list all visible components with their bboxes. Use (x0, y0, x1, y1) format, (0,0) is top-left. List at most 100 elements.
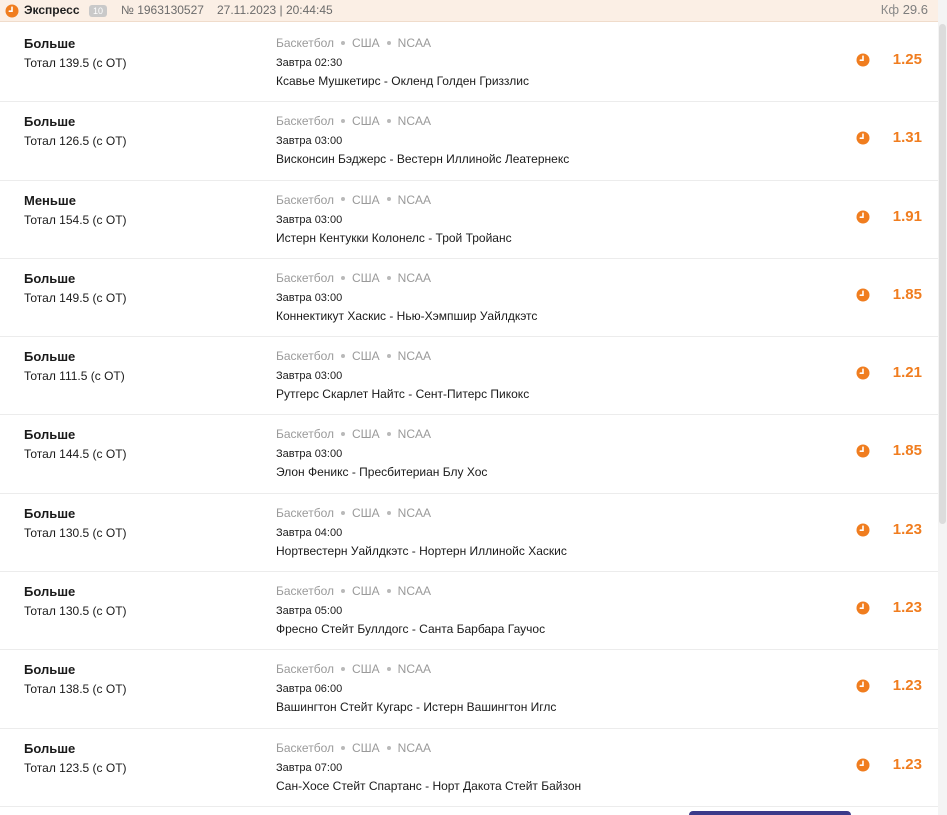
clock-icon (5, 4, 19, 21)
sport-label: Баскетбол (276, 192, 334, 207)
sport-label: Баскетбол (276, 662, 334, 677)
event-path: Баскетбол США NCAA (276, 741, 431, 755)
league-label: NCAA (397, 192, 432, 207)
bet-market: Тотал 144.5 (с ОТ) (24, 447, 127, 462)
bet-pick: Больше (24, 427, 76, 443)
event-time: Завтра 02:30 (276, 57, 343, 69)
bet-event-row[interactable]: Больше Тотал 138.5 (с ОТ) Баскетбол США NC… (0, 650, 938, 729)
bet-event-row[interactable]: Больше Тотал 111.5 (с ОТ) Баскетбол США NC… (0, 337, 938, 416)
event-path: Баскетбол США NCAA (276, 506, 431, 520)
separator-dot (386, 667, 391, 672)
bet-event-row[interactable]: Больше Тотал 139.5 (с ОТ) Баскетбол США NC… (0, 24, 938, 103)
event-path: Баскетбол США NCAA (276, 271, 431, 285)
event-path: Баскетбол США NCAA (276, 427, 431, 441)
event-match: Сан-Хосе Стейт Спартанс - Норт Дакота Ст… (276, 778, 582, 793)
bet-event-row[interactable]: Больше Тотал 123.5 (с ОТ) Баскетбол США NC… (0, 728, 938, 807)
country-label: США (352, 114, 380, 129)
bet-event-row[interactable]: Больше Тотал 144.5 (с ОТ) Баскетбол США NC… (0, 415, 938, 494)
event-path: Баскетбол США NCAA (276, 36, 431, 50)
separator-dot (386, 745, 391, 750)
separator-dot (341, 275, 345, 280)
bet-event-row[interactable]: Больше Тотал 130.5 (с ОТ) Баскетбол США NC… (0, 493, 938, 573)
bet-market: Тотал 149.5 (с ОТ) (24, 290, 127, 305)
sport-label: Баскетбол (276, 740, 334, 755)
sport-label: Баскетбол (276, 36, 334, 50)
bet-datetime: 27.11.2023 | 20:44:45 (217, 3, 333, 17)
event-time: Завтра 03:00 (276, 370, 343, 383)
event-time: Завтра 03:00 (276, 213, 343, 226)
bet-pick: Больше (24, 349, 76, 365)
league-label: NCAA (397, 270, 432, 285)
league-label: NCAA (397, 662, 432, 677)
bet-type-title: Экспресс (24, 3, 80, 17)
event-odds: 1.91 (892, 207, 922, 225)
event-time: Завтра 07:00 (276, 761, 343, 774)
total-coefficient: Кф 29.6 (881, 2, 928, 17)
country-label: США (352, 584, 380, 599)
event-time: Завтра 03:00 (276, 291, 343, 304)
league-label: NCAA (397, 740, 432, 755)
bet-number: № 1963130527 (121, 3, 204, 17)
event-match: Коннектикут Хаскис - Нью-Хэмпшир Уайлдкэ… (276, 308, 538, 323)
express-bet-header[interactable]: Экспресс 10 № 1963130527 27.11.2023 | 20… (0, 0, 947, 22)
event-match: Истерн Кентукки Колонелс - Трой Тройанс (276, 230, 512, 245)
event-time: Завтра 03:00 (276, 135, 343, 148)
bet-event-row[interactable]: Больше Тотал 126.5 (с ОТ) Баскетбол США NC… (0, 102, 938, 181)
separator-dot (341, 40, 345, 45)
pending-clock-icon (856, 601, 870, 620)
pending-clock-icon (856, 758, 870, 777)
country-label: США (352, 349, 380, 364)
separator-dot (386, 40, 391, 45)
bet-market: Тотал 130.5 (с ОТ) (24, 604, 127, 619)
event-odds: 1.21 (892, 364, 922, 382)
event-path: Баскетбол США NCAA (276, 193, 431, 207)
pending-clock-icon (856, 366, 870, 385)
bet-pick: Больше (24, 584, 76, 600)
country-label: США (352, 740, 380, 755)
event-time: Завтра 03:00 (276, 448, 343, 461)
events-count-badge: 10 (89, 5, 107, 17)
country-label: США (352, 192, 380, 207)
event-path: Баскетбол США NCAA (276, 114, 431, 128)
separator-dot (386, 354, 391, 359)
separator-dot (341, 667, 345, 672)
event-match: Фресно Стейт Буллдогс - Санта Барбара Га… (276, 622, 546, 637)
sport-label: Баскетбол (276, 349, 334, 364)
bet-pick: Больше (24, 114, 76, 130)
pending-clock-icon (856, 131, 870, 150)
event-odds: 1.25 (892, 51, 922, 68)
event-odds: 1.23 (892, 677, 922, 695)
bet-market: Тотал 126.5 (с ОТ) (24, 134, 127, 149)
bet-event-row[interactable]: Меньше Тотал 154.5 (с ОТ) Баскетбол США NC… (0, 180, 938, 259)
event-path: Баскетбол США NCAA (276, 584, 431, 598)
bet-market: Тотал 123.5 (с ОТ) (24, 760, 127, 775)
coefficient-value: 29.6 (902, 2, 928, 17)
scrollbar[interactable] (938, 0, 947, 815)
country-label: США (352, 505, 380, 520)
league-label: NCAA (397, 427, 432, 442)
separator-dot (386, 588, 391, 593)
event-odds: 1.23 (892, 599, 922, 617)
bet-pick: Больше (24, 740, 76, 756)
bet-event-row[interactable]: Больше Тотал 130.5 (с ОТ) Баскетбол США NC… (0, 572, 938, 651)
pending-clock-icon (856, 288, 870, 307)
event-match: Вашингтон Стейт Кугарс - Истерн Вашингто… (276, 700, 557, 715)
separator-dot (386, 432, 391, 437)
separator-dot (341, 354, 345, 359)
separator-dot (341, 588, 345, 593)
sport-label: Баскетбол (276, 505, 334, 520)
country-label: США (352, 427, 380, 442)
event-time: Завтра 05:00 (276, 605, 343, 618)
bet-market: Тотал 130.5 (с ОТ) (24, 525, 127, 540)
bet-event-row[interactable]: Больше Тотал 149.5 (с ОТ) Баскетбол США NC… (0, 258, 938, 338)
event-match: Нортвестерн Уайлдкэтс - Нортерн Иллинойс… (276, 543, 567, 558)
event-odds: 1.23 (892, 755, 922, 773)
pending-clock-icon (856, 523, 870, 542)
separator-dot (341, 197, 345, 202)
league-label: NCAA (397, 36, 432, 50)
bet-events-list: Больше Тотал 139.5 (с ОТ) Баскетбол США NC… (0, 24, 938, 807)
action-button-edge[interactable] (689, 811, 851, 815)
scrollbar-thumb[interactable] (939, 24, 946, 524)
bet-pick: Больше (24, 505, 76, 521)
bet-pick: Меньше (24, 192, 76, 208)
